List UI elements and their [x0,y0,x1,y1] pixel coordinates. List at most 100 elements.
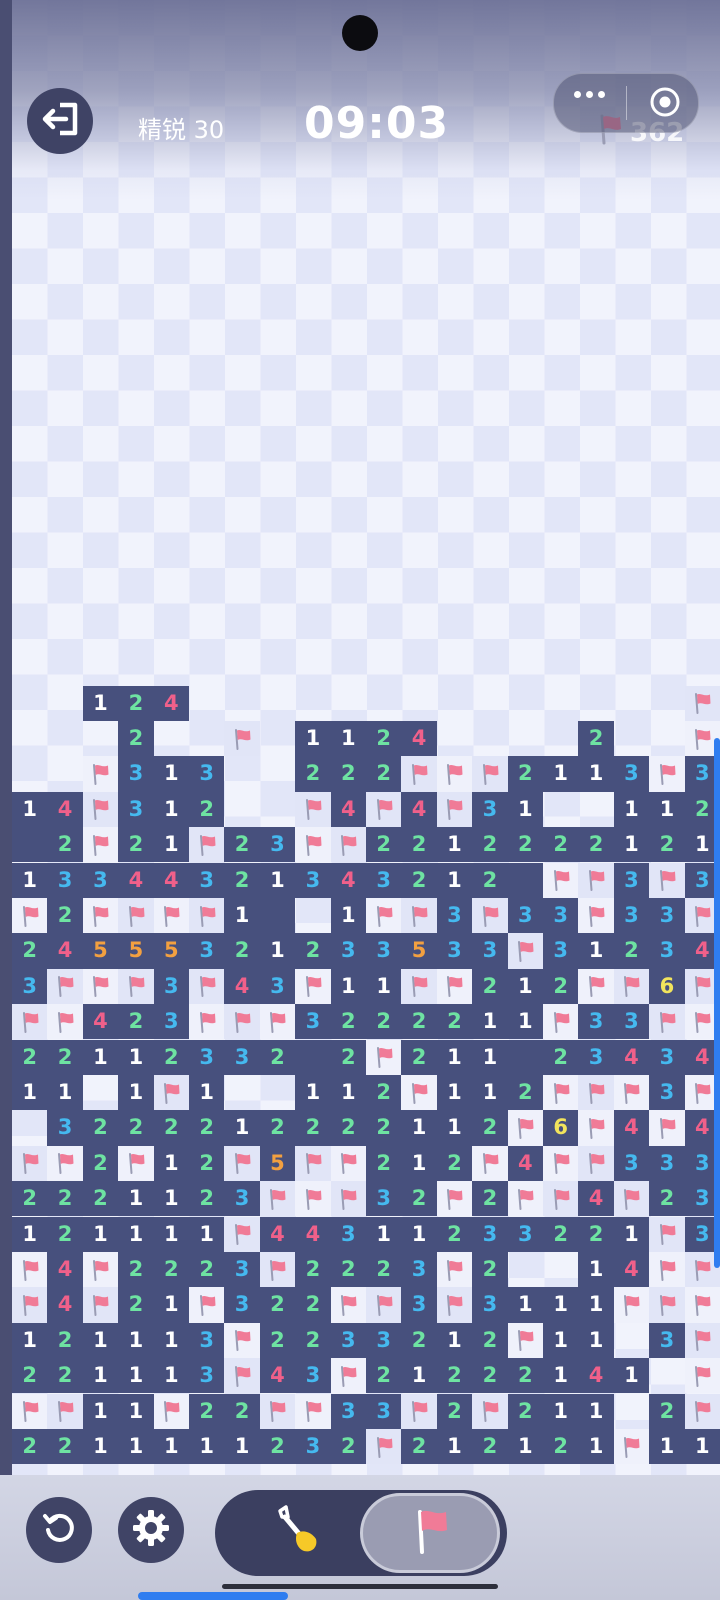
empty-cell[interactable] [507,862,543,898]
number-cell[interactable]: 3 [330,1322,366,1359]
number-cell[interactable]: 3 [507,1216,543,1252]
number-cell[interactable]: 1 [259,933,296,969]
number-cell[interactable]: 4 [47,791,83,828]
flag-cell[interactable] [47,968,83,1005]
flag-cell[interactable] [436,968,473,1005]
number-cell[interactable]: 4 [82,1004,119,1040]
number-cell[interactable]: 1 [118,1428,154,1465]
number-cell[interactable]: 1 [543,1358,579,1394]
flag-cell[interactable] [613,1428,650,1465]
number-cell[interactable]: 6 [543,1110,579,1146]
number-cell[interactable]: 2 [47,1428,83,1465]
flag-cell[interactable] [578,862,614,898]
number-cell[interactable]: 3 [543,933,579,969]
number-cell[interactable]: 2 [401,1428,437,1465]
number-cell[interactable]: 1 [82,1216,119,1252]
number-cell[interactable]: 1 [330,1074,366,1111]
number-cell[interactable]: 4 [401,791,437,828]
number-cell[interactable]: 2 [472,968,508,1005]
number-cell[interactable]: 1 [578,756,614,792]
number-cell[interactable]: 2 [366,1110,402,1146]
flag-cell[interactable] [436,1181,473,1217]
number-cell[interactable]: 2 [189,1145,225,1182]
flag-cell[interactable] [366,1039,402,1075]
number-cell[interactable]: 3 [295,1004,331,1040]
flag-cell[interactable] [543,1145,579,1182]
number-cell[interactable]: 2 [12,1428,48,1465]
flag-cell[interactable] [649,1287,685,1323]
number-cell[interactable]: 2 [401,1039,437,1075]
flag-cell[interactable] [12,1251,48,1288]
number-cell[interactable]: 4 [330,791,366,828]
flag-cell[interactable] [578,968,614,1005]
number-cell[interactable]: 1 [578,1393,614,1429]
flag-cell[interactable] [224,1358,260,1394]
number-cell[interactable]: 3 [649,933,685,969]
number-cell[interactable]: 2 [649,827,685,863]
number-cell[interactable]: 1 [224,1110,260,1146]
flag-cell[interactable] [436,791,473,828]
flag-cell[interactable] [82,756,119,792]
flag-cell[interactable] [436,1287,473,1323]
number-cell[interactable]: 2 [472,1358,508,1394]
number-cell[interactable]: 1 [12,791,48,828]
number-cell[interactable]: 2 [330,1251,366,1288]
number-cell[interactable]: 1 [82,1393,119,1429]
number-cell[interactable]: 2 [82,1110,119,1146]
number-cell[interactable]: 2 [401,1322,437,1359]
number-cell[interactable]: 4 [224,968,260,1005]
number-cell[interactable]: 5 [153,933,189,969]
number-cell[interactable]: 3 [366,933,402,969]
number-cell[interactable]: 1 [507,968,543,1005]
flag-cell[interactable] [578,1145,614,1182]
number-cell[interactable]: 1 [47,1074,83,1111]
flag-cell[interactable] [153,897,189,934]
flag-cell[interactable] [224,1216,260,1252]
flag-cell[interactable] [507,1322,543,1359]
flag-cell[interactable] [47,1145,83,1182]
flag-cell[interactable] [82,791,119,828]
number-cell[interactable]: 4 [507,1145,543,1182]
flag-mode-button[interactable] [360,1493,500,1573]
number-cell[interactable]: 3 [613,756,650,792]
flag-cell[interactable] [649,1216,685,1252]
number-cell[interactable]: 1 [330,720,366,757]
number-cell[interactable]: 1 [436,862,473,898]
number-cell[interactable]: 2 [47,827,83,863]
number-cell[interactable]: 1 [578,1287,614,1323]
number-cell[interactable]: 1 [153,791,189,828]
flag-cell[interactable] [189,968,225,1005]
flag-cell[interactable] [259,1004,296,1040]
number-cell[interactable]: 3 [224,1181,260,1217]
number-cell[interactable]: 2 [649,1181,685,1217]
number-cell[interactable]: 2 [472,1251,508,1288]
flag-cell[interactable] [330,827,366,863]
number-cell[interactable]: 2 [295,1322,331,1359]
flag-cell[interactable] [649,862,685,898]
dig-mode-button[interactable] [238,1495,358,1571]
number-cell[interactable]: 2 [507,827,543,863]
number-cell[interactable]: 3 [649,1039,685,1075]
number-cell[interactable]: 2 [366,1251,402,1288]
number-cell[interactable]: 2 [578,1216,614,1252]
number-cell[interactable]: 1 [153,1216,189,1252]
number-cell[interactable]: 2 [118,1251,154,1288]
number-cell[interactable]: 3 [118,791,154,828]
number-cell[interactable]: 4 [47,1287,83,1323]
flag-cell[interactable] [153,1393,189,1429]
flag-cell[interactable] [12,1004,48,1040]
number-cell[interactable]: 3 [401,1287,437,1323]
exit-button[interactable] [27,88,93,154]
number-cell[interactable]: 1 [436,1322,473,1359]
close-circle-icon[interactable] [648,85,682,119]
number-cell[interactable]: 4 [259,1358,296,1394]
number-cell[interactable]: 2 [578,720,614,757]
flag-cell[interactable] [507,933,543,969]
flag-cell[interactable] [82,1287,119,1323]
number-cell[interactable]: 1 [330,968,366,1005]
number-cell[interactable]: 3 [472,791,508,828]
flag-cell[interactable] [684,1358,720,1394]
flag-cell[interactable] [118,1145,154,1182]
number-cell[interactable]: 3 [224,1287,260,1323]
number-cell[interactable]: 3 [613,862,650,898]
